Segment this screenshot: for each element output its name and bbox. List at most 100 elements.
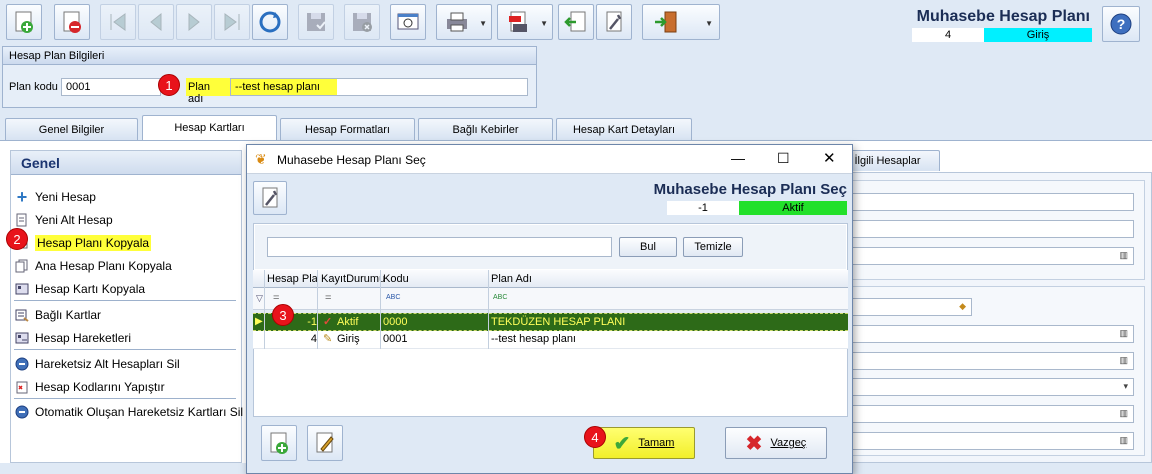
save-button[interactable]: [298, 4, 334, 40]
sidebar-divider: [14, 349, 236, 350]
tab-hesap-kart-detaylari[interactable]: Hesap Kart Detayları: [556, 118, 692, 140]
right-field[interactable]: ▥: [850, 352, 1134, 370]
remove-icon: [14, 404, 30, 420]
right-dropdown[interactable]: ▾: [850, 378, 1134, 396]
exit-icon: [655, 11, 677, 33]
filter-icon: ▽: [256, 293, 263, 303]
plan-code-label: Plan kodu: [9, 81, 58, 93]
maximize-icon[interactable]: ☐: [777, 150, 790, 167]
sidebar-divider: [14, 300, 236, 301]
cancel-save-button[interactable]: [344, 4, 380, 40]
sidebar-item-hareketsiz-alt-hesaplari-sil[interactable]: Hareketsiz Alt Hesapları Sil: [14, 354, 180, 374]
tab-hesap-kartlari[interactable]: Hesap Kartları: [142, 115, 277, 140]
print-dropdown-icon[interactable]: ▼: [479, 19, 487, 28]
cell-plan-adi: TEKDÜZEN HESAP PLANI: [491, 316, 626, 328]
dialog-titlebar: ❦ Muhasebe Hesap Planı Seç — ☐ ✕: [247, 145, 852, 174]
close-icon[interactable]: ✕: [823, 149, 836, 167]
row-indicator-icon: ▶: [255, 316, 263, 327]
sidebar-item-hesap-hareketleri[interactable]: Hesap Hareketleri: [14, 328, 131, 348]
plan-grid: Hesap Pla KayıtDurumu Kodu Plan Adı ▽ = …: [253, 270, 848, 417]
dialog-new-button[interactable]: [261, 425, 297, 461]
tamam-button[interactable]: ✔ Tamam: [593, 427, 695, 459]
copy-card-icon: [14, 281, 30, 297]
table-row[interactable]: 4 ✎ Giriş 0001 --test hesap planı: [253, 331, 848, 349]
linked-cards-icon: [14, 307, 30, 323]
grid-header: Hesap Pla KayıtDurumu Kodu Plan Adı: [253, 270, 848, 288]
plan-name-input[interactable]: --test hesap planı: [230, 78, 528, 96]
tab-genel-bilgiler[interactable]: Genel Bilgiler: [5, 118, 138, 140]
prev-record-button[interactable]: [138, 4, 174, 40]
dialog-window-title: Muhasebe Hesap Planı Seç: [277, 153, 426, 167]
sub-account-icon: [14, 212, 30, 228]
tab-bagli-kebirler[interactable]: Bağlı Kebirler: [418, 118, 553, 140]
print-button[interactable]: ▼: [436, 4, 492, 40]
tab-hesap-formatlari[interactable]: Hesap Formatları: [280, 118, 415, 140]
last-record-icon: [224, 13, 240, 31]
first-record-button[interactable]: [100, 4, 136, 40]
barcode-icon: ▥: [1119, 435, 1128, 445]
help-icon: ?: [1110, 13, 1132, 35]
filter-cell[interactable]: ABC: [493, 294, 507, 301]
refresh-icon: [259, 11, 281, 33]
refresh-button[interactable]: [252, 4, 288, 40]
remove-icon: [14, 356, 30, 372]
right-field[interactable]: ▥: [850, 247, 1134, 265]
dialog-settings-button[interactable]: [253, 181, 287, 215]
bul-button[interactable]: Bul: [619, 237, 677, 257]
help-button[interactable]: ?: [1102, 6, 1140, 42]
step-badge: 4: [584, 426, 606, 448]
preview-button[interactable]: [390, 4, 426, 40]
select-plan-dialog: ❦ Muhasebe Hesap Planı Seç — ☐ ✕ Muhaseb…: [246, 144, 853, 474]
right-field[interactable]: ◆: [850, 298, 972, 316]
sidebar-item-yeni-alt-hesap[interactable]: Yeni Alt Hesap: [14, 210, 113, 230]
pdf-button[interactable]: ▼: [497, 4, 553, 40]
save-icon: [307, 13, 326, 31]
filter-cell[interactable]: ABC: [386, 294, 400, 301]
col-header[interactable]: KayıtDurumu: [321, 273, 385, 285]
next-record-button[interactable]: [176, 4, 212, 40]
sidebar-item-hesap-kodlarini-yapistir[interactable]: Hesap Kodlarını Yapıştır: [14, 377, 165, 397]
sidebar-item-hesap-plani-kopyala[interactable]: Hesap Planı Kopyala: [14, 233, 152, 253]
col-header[interactable]: Hesap Pla: [267, 273, 318, 285]
filter-row[interactable]: ▽ = = ABC ABC: [253, 288, 848, 310]
new-record-button[interactable]: [6, 4, 42, 40]
right-field[interactable]: ▥: [850, 405, 1134, 423]
search-input[interactable]: [267, 237, 612, 257]
col-header[interactable]: Kodu: [383, 273, 409, 285]
step-badge: 2: [6, 228, 28, 250]
sidebar-item-bagli-kartlar[interactable]: Bağlı Kartlar: [14, 305, 101, 325]
minimize-icon[interactable]: —: [731, 150, 745, 166]
sidebar-item-ana-hesap-plani-kopyala[interactable]: Ana Hesap Planı Kopyala: [14, 256, 172, 276]
pdf-dropdown-icon[interactable]: ▼: [540, 19, 548, 28]
delete-record-button[interactable]: [54, 4, 90, 40]
right-field[interactable]: ▥: [850, 325, 1134, 343]
col-header[interactable]: Plan Adı: [491, 273, 532, 285]
table-row-selected[interactable]: ▶ -1 ✓ Aktif 0000 TEKDÜZEN HESAP PLANI: [253, 313, 848, 331]
plan-name-label: Plan adı: [186, 78, 230, 105]
sidebar-item-otomatik-olusan-hareketsiz-kartlari-sil[interactable]: Otomatik Oluşan Hareketsiz Kartları Sil: [14, 402, 243, 422]
settings-button[interactable]: [596, 4, 632, 40]
sidebar-item-hesap-karti-kopyala[interactable]: Hesap Kartı Kopyala: [14, 279, 145, 299]
sidebar-item-yeni-hesap[interactable]: + Yeni Hesap: [14, 187, 96, 207]
next-record-icon: [188, 12, 200, 32]
right-field[interactable]: ▥: [850, 432, 1134, 450]
exit-button[interactable]: ▼: [642, 4, 720, 40]
pdf-icon: [509, 11, 527, 32]
exit-dropdown-icon[interactable]: ▼: [705, 19, 713, 28]
right-field[interactable]: [850, 220, 1134, 238]
edit-icon: [316, 432, 334, 453]
filter-cell[interactable]: =: [325, 292, 331, 304]
temizle-button[interactable]: Temizle: [683, 237, 743, 257]
last-record-button[interactable]: [214, 4, 250, 40]
plan-code-input[interactable]: 0001: [61, 78, 161, 96]
dialog-edit-button[interactable]: [307, 425, 343, 461]
paste-icon: [14, 379, 30, 395]
sidebar-title: Genel: [11, 151, 241, 175]
right-field[interactable]: [850, 193, 1134, 211]
filter-cell[interactable]: =: [273, 292, 279, 304]
import-button[interactable]: [558, 4, 594, 40]
barcode-icon: ▥: [1119, 250, 1128, 260]
vazgec-button[interactable]: ✖ Vazgeç: [725, 427, 827, 459]
dialog-status-badge: Aktif: [739, 201, 847, 215]
cell-kodu: 0000: [383, 316, 408, 328]
